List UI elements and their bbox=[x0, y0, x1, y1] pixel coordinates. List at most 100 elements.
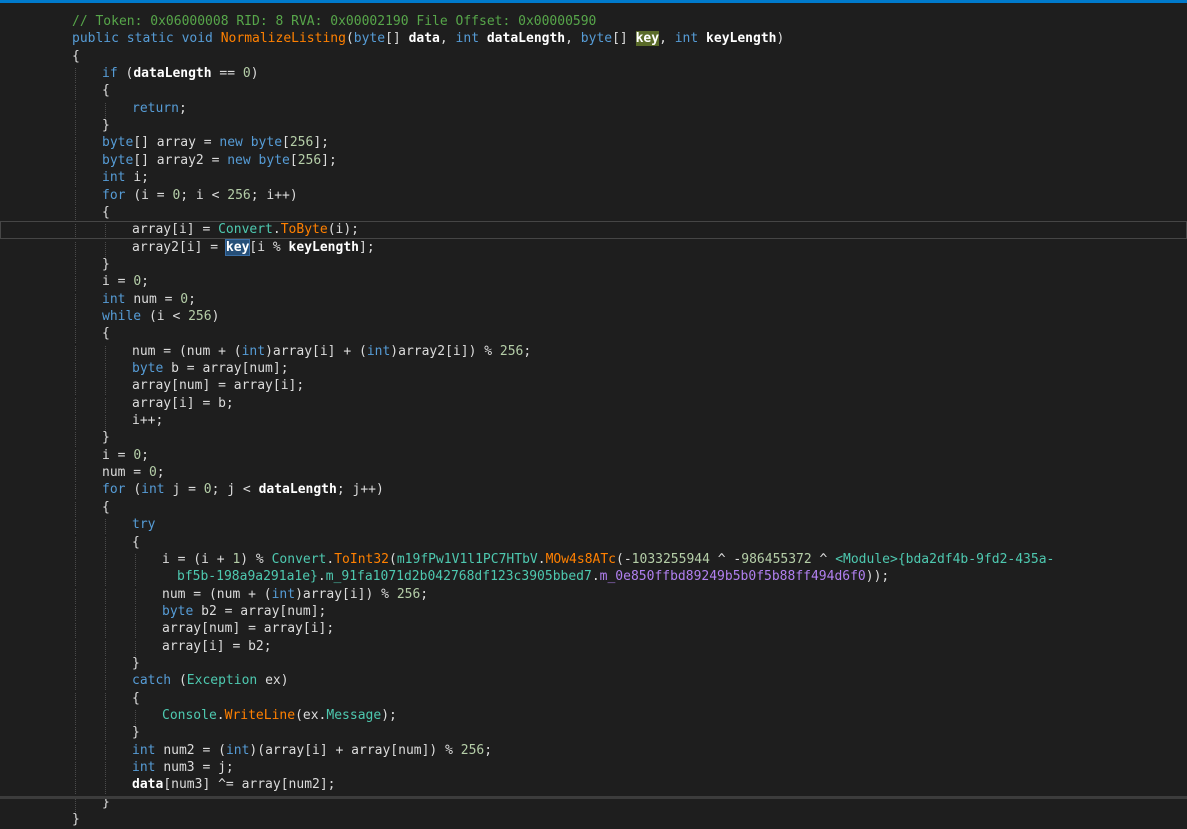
code-token: == bbox=[212, 66, 243, 81]
code-line[interactable]: { bbox=[0, 325, 1187, 343]
code-line[interactable]: if (dataLength == 0) bbox=[0, 65, 1187, 83]
code-token[interactable]: keyLength bbox=[289, 240, 359, 255]
code-token: ; bbox=[141, 274, 149, 289]
code-line[interactable]: i++; bbox=[0, 412, 1187, 430]
code-line[interactable]: // Token: 0x06000008 RID: 8 RVA: 0x00002… bbox=[0, 13, 1187, 31]
code-line[interactable]: { bbox=[0, 690, 1187, 708]
code-line[interactable]: array[i] = b2; bbox=[0, 638, 1187, 656]
code-line[interactable]: { bbox=[0, 534, 1187, 552]
code-line[interactable]: byte[] array = new byte[256]; bbox=[0, 134, 1187, 152]
indent-guide bbox=[105, 745, 106, 760]
code-line[interactable]: for (i = 0; i < 256; i++) bbox=[0, 187, 1187, 205]
code-line[interactable]: int i; bbox=[0, 169, 1187, 187]
indent-guide bbox=[105, 415, 106, 430]
code-line[interactable]: num = (num + (int)array[i]) % 256; bbox=[0, 586, 1187, 604]
code-token[interactable]: NormalizeListing bbox=[221, 31, 346, 46]
code-line[interactable]: Console.WriteLine(ex.Message); bbox=[0, 707, 1187, 725]
code-line[interactable]: array[i] = Convert.ToByte(i); bbox=[0, 221, 1187, 239]
code-text: i = (i + 1) % Convert.ToInt32(m19fPw1V1l… bbox=[162, 551, 1054, 569]
code-text: { bbox=[102, 204, 110, 222]
code-token: b2 = array[num]; bbox=[201, 604, 326, 619]
code-token[interactable]: key bbox=[226, 240, 249, 255]
code-line[interactable]: while (i < 256) bbox=[0, 308, 1187, 326]
code-token[interactable]: WriteLine bbox=[225, 708, 295, 723]
indent-guide bbox=[105, 519, 106, 534]
code-line[interactable]: i = (i + 1) % Convert.ToInt32(m19fPw1V1l… bbox=[0, 551, 1187, 569]
code-editor[interactable]: // Token: 0x06000008 RID: 8 RVA: 0x00002… bbox=[0, 3, 1187, 799]
code-line[interactable]: } bbox=[0, 724, 1187, 742]
code-line[interactable]: } bbox=[0, 655, 1187, 673]
code-token: new byte bbox=[227, 153, 290, 168]
code-token: array[i] = b2; bbox=[162, 639, 272, 654]
code-token[interactable]: ToInt32 bbox=[334, 552, 389, 567]
code-line[interactable]: try bbox=[0, 516, 1187, 534]
code-token: int bbox=[242, 344, 265, 359]
code-token: byte bbox=[132, 361, 171, 376]
code-token[interactable]: MOw4s8ATc bbox=[546, 552, 616, 567]
indent-guide bbox=[105, 710, 106, 725]
code-line[interactable]: i = 0; bbox=[0, 273, 1187, 291]
indent-guide bbox=[105, 606, 106, 621]
code-line[interactable]: for (int j = 0; j < dataLength; j++) bbox=[0, 481, 1187, 499]
indent-guide bbox=[75, 571, 76, 586]
indent-guide bbox=[75, 311, 76, 326]
code-line[interactable]: } bbox=[0, 811, 1187, 829]
code-line[interactable]: byte[] array2 = new byte[256]; bbox=[0, 152, 1187, 170]
code-token: 0 bbox=[133, 448, 141, 463]
code-line[interactable]: array[i] = b; bbox=[0, 395, 1187, 413]
indent-guide bbox=[75, 519, 76, 534]
code-line[interactable]: num = 0; bbox=[0, 464, 1187, 482]
code-line[interactable]: i = 0; bbox=[0, 447, 1187, 465]
code-line[interactable]: { bbox=[0, 204, 1187, 222]
code-line[interactable]: } bbox=[0, 117, 1187, 135]
code-token[interactable]: key bbox=[636, 31, 659, 46]
code-line[interactable]: data[num3] ^= array[num2]; bbox=[0, 776, 1187, 794]
code-line[interactable]: } bbox=[0, 256, 1187, 274]
code-line[interactable]: } bbox=[0, 429, 1187, 447]
code-line[interactable]: { bbox=[0, 82, 1187, 100]
code-token: array2[i] = bbox=[132, 240, 226, 255]
code-token: ( bbox=[179, 673, 187, 688]
code-line[interactable]: int num3 = j; bbox=[0, 759, 1187, 777]
code-line[interactable]: { bbox=[0, 48, 1187, 66]
code-line[interactable]: int num2 = (int)(array[i] + array[num]) … bbox=[0, 742, 1187, 760]
code-line[interactable]: catch (Exception ex) bbox=[0, 672, 1187, 690]
indent-guide bbox=[75, 745, 76, 760]
code-token: (ex. bbox=[295, 708, 326, 723]
code-token[interactable]: keyLength bbox=[706, 31, 776, 46]
code-line[interactable]: byte b2 = array[num]; bbox=[0, 603, 1187, 621]
code-line[interactable]: num = (num + (int)array[i] + (int)array2… bbox=[0, 343, 1187, 361]
code-line[interactable]: return; bbox=[0, 100, 1187, 118]
code-token: [] bbox=[385, 31, 408, 46]
code-token: )(array[i] + array[num]) % bbox=[249, 743, 460, 758]
code-line[interactable]: array[num] = array[i]; bbox=[0, 377, 1187, 395]
code-token[interactable]: ToByte bbox=[281, 222, 328, 237]
code-text: } bbox=[102, 117, 110, 135]
code-token[interactable]: dataLength bbox=[259, 482, 337, 497]
code-token: // Token: 0x06000008 RID: 8 RVA: 0x00002… bbox=[72, 14, 596, 29]
code-line[interactable]: array2[i] = key[i % keyLength]; bbox=[0, 239, 1187, 257]
code-text: byte b = array[num]; bbox=[132, 360, 289, 378]
indent-guide bbox=[105, 589, 106, 604]
code-token[interactable]: dataLength bbox=[133, 66, 211, 81]
indent-guide bbox=[75, 155, 76, 170]
code-token[interactable]: data bbox=[132, 777, 163, 792]
indent-guide bbox=[75, 120, 76, 135]
code-token: } bbox=[102, 430, 110, 445]
code-line[interactable]: byte b = array[num]; bbox=[0, 360, 1187, 378]
code-token[interactable]: dataLength bbox=[487, 31, 565, 46]
code-line[interactable]: array[num] = array[i]; bbox=[0, 620, 1187, 638]
code-text: return; bbox=[132, 100, 187, 118]
code-token: num = bbox=[102, 465, 149, 480]
code-line[interactable]: bf5b-198a9a291a1e}.m_91fa1071d2b042768df… bbox=[0, 568, 1187, 586]
code-line[interactable]: public static void NormalizeListing(byte… bbox=[0, 30, 1187, 48]
code-token: for bbox=[102, 482, 133, 497]
indent-guide bbox=[105, 641, 106, 656]
indent-guide bbox=[135, 554, 136, 569]
code-token[interactable]: data bbox=[409, 31, 440, 46]
code-text: for (i = 0; i < 256; i++) bbox=[102, 187, 298, 205]
code-line[interactable]: { bbox=[0, 499, 1187, 517]
code-text: while (i < 256) bbox=[102, 308, 219, 326]
code-token: Message bbox=[326, 708, 381, 723]
code-line[interactable]: int num = 0; bbox=[0, 291, 1187, 309]
